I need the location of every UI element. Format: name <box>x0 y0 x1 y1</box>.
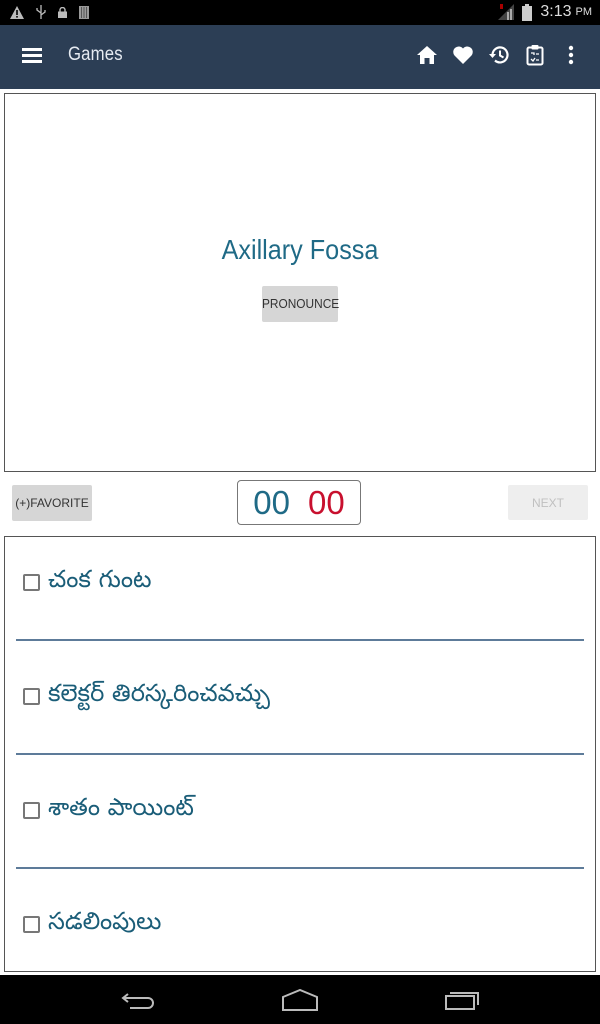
clipboard-icon[interactable] <box>524 43 546 67</box>
warning-icon <box>10 5 24 19</box>
answer-option[interactable]: చంక గుంట <box>5 537 595 651</box>
home-outline-icon[interactable] <box>280 987 320 1013</box>
answer-label: సడలింపులు <box>48 907 162 935</box>
timer-minutes: 00 <box>253 483 290 521</box>
clock-ampm: PM <box>575 6 593 18</box>
recent-apps-icon[interactable] <box>442 987 482 1013</box>
back-icon[interactable] <box>118 987 158 1013</box>
answer-label: కలెక్టర్ తిరస్కరించవచ్చు <box>48 679 270 707</box>
history-icon[interactable] <box>488 43 510 67</box>
app-title: Games <box>68 44 123 65</box>
answer-checkbox[interactable] <box>23 802 40 819</box>
answer-label: చంక గుంట <box>48 565 152 593</box>
answer-checkbox[interactable] <box>23 574 40 591</box>
sd-card-icon <box>79 5 89 19</box>
answer-checkbox[interactable] <box>23 688 40 705</box>
divider <box>16 867 584 869</box>
answer-checkbox[interactable] <box>23 916 40 933</box>
home-icon[interactable] <box>416 43 438 67</box>
system-nav-bar <box>0 975 600 1024</box>
term-card: Axillary Fossa PRONOUNCE <box>4 93 596 472</box>
controls-row: (+)FAVORITE 00 00 NEXT <box>0 472 600 536</box>
answer-list: చంక గుంట కలెక్టర్ తిరస్కరించవచ్చు శాతం ప… <box>4 536 596 972</box>
answer-label: శాతం పాయింట్ <box>48 793 194 821</box>
timer-seconds: 00 <box>308 483 345 521</box>
heart-icon[interactable] <box>452 43 474 67</box>
answer-option[interactable]: కలెక్టర్ తిరస్కరించవచ్చు <box>5 651 595 765</box>
more-vertical-icon[interactable] <box>560 43 582 67</box>
next-button[interactable]: NEXT <box>508 485 588 520</box>
timer: 00 00 <box>237 480 361 525</box>
status-bar: 3:13 PM <box>0 0 600 25</box>
term-text: Axillary Fossa <box>221 234 379 265</box>
clock-time: 3:13 <box>540 3 572 20</box>
divider <box>16 753 584 755</box>
divider <box>16 639 584 641</box>
hamburger-menu-icon[interactable] <box>22 45 48 69</box>
add-favorite-button[interactable]: (+)FAVORITE <box>12 485 92 521</box>
pronounce-button[interactable]: PRONOUNCE <box>262 286 339 322</box>
lock-icon <box>58 6 67 18</box>
signal-icon <box>498 4 515 20</box>
app-bar: Games <box>0 25 600 89</box>
answer-option[interactable]: శాతం పాయింట్ <box>5 765 595 879</box>
usb-icon <box>36 5 46 19</box>
battery-icon <box>522 3 533 21</box>
